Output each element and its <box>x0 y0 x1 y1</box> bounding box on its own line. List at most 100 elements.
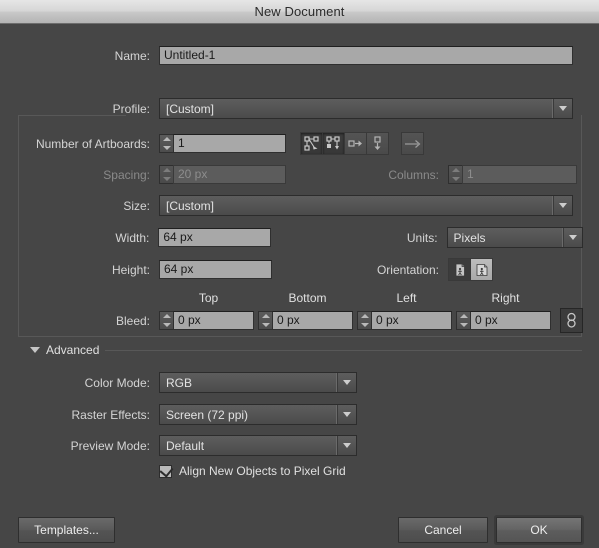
width-row: Width: 64 px Units: Pixels <box>0 227 583 248</box>
units-select[interactable]: Pixels <box>446 227 583 248</box>
artboards-stepper[interactable]: 1 <box>159 134 286 153</box>
advanced-title: Advanced <box>46 343 100 357</box>
raster-effects-label: Raster Effects: <box>71 407 150 422</box>
bleed-right-header: Right <box>491 291 520 305</box>
spinner-up-icon[interactable] <box>162 137 171 142</box>
color-mode-row: Color Mode: RGB <box>0 372 583 393</box>
width-input[interactable]: 64 px <box>158 228 271 247</box>
bleed-top-spinner[interactable] <box>159 311 173 330</box>
portrait-orientation-icon[interactable] <box>448 258 471 281</box>
link-bleed-values-icon[interactable] <box>560 308 583 333</box>
profile-value: [Custom] <box>166 101 215 116</box>
arrange-in-row-icon[interactable] <box>344 132 367 155</box>
bleed-right-input[interactable]: 0 px <box>470 311 551 330</box>
size-row: Size: [Custom] <box>0 195 583 216</box>
bleed-left-spinner[interactable] <box>357 311 371 330</box>
bleed-top-input[interactable]: 0 px <box>173 311 254 330</box>
bleed-bottom-spinner[interactable] <box>258 311 272 330</box>
profile-select[interactable]: [Custom] <box>159 98 573 119</box>
bleed-bottom-header: Bottom <box>288 291 327 305</box>
name-input[interactable]: Untitled-1 <box>159 46 573 65</box>
landscape-orientation-icon[interactable] <box>470 258 493 281</box>
templates-button[interactable]: Templates... <box>18 517 115 543</box>
spinner-down-icon[interactable] <box>459 322 468 327</box>
artboard-arrangement-buttons <box>300 132 389 155</box>
dialog-titlebar[interactable]: New Document <box>0 0 599 24</box>
advanced-divider <box>105 350 582 351</box>
grid-by-column-icon[interactable] <box>322 132 345 155</box>
spacing-row: Spacing: 20 px Columns: 1 <box>0 165 583 184</box>
preview-mode-label: Preview Mode: <box>70 438 150 453</box>
artboards-spinner[interactable] <box>159 134 173 153</box>
preview-mode-row: Preview Mode: Default <box>0 435 583 456</box>
cancel-button[interactable]: Cancel <box>398 517 488 543</box>
profile-row: Profile: [Custom] <box>0 98 583 119</box>
spinner-up-icon[interactable] <box>162 314 171 319</box>
units-value: Pixels <box>453 230 486 245</box>
units-label: Units: <box>406 230 438 245</box>
columns-spinner <box>448 165 462 184</box>
raster-effects-select[interactable]: Screen (72 ppi) <box>159 404 357 425</box>
bleed-top-header: Top <box>198 291 219 305</box>
spinner-down-icon[interactable] <box>360 322 369 327</box>
bleed-left-input[interactable]: 0 px <box>371 311 452 330</box>
artboard-flow-button-group <box>401 132 424 155</box>
size-select[interactable]: [Custom] <box>159 195 573 216</box>
color-mode-select[interactable]: RGB <box>159 372 357 393</box>
checkmark-icon <box>159 462 174 478</box>
size-label: Size: <box>123 198 150 213</box>
align-pixel-grid-checkbox[interactable] <box>159 462 174 478</box>
dialog-body: Name: Untitled-1 Profile: [Custom] Numbe… <box>0 24 599 548</box>
spinner-down-icon <box>451 176 460 181</box>
raster-effects-row: Raster Effects: Screen (72 ppi) <box>0 404 583 425</box>
width-label: Width: <box>115 230 150 245</box>
color-mode-label: Color Mode: <box>84 375 150 390</box>
spinner-down-icon <box>162 176 171 181</box>
name-row: Name: Untitled-1 <box>0 46 583 65</box>
bleed-header-row: Top Bottom Left Right <box>0 291 583 305</box>
artboards-input[interactable]: 1 <box>173 134 286 153</box>
bleed-right-spinner[interactable] <box>456 311 470 330</box>
chevron-down-icon <box>336 405 356 424</box>
raster-effects-value: Screen (72 ppi) <box>166 407 249 422</box>
bleed-right-stepper[interactable]: 0 px <box>456 311 551 330</box>
right-to-left-flow-icon[interactable] <box>401 132 424 155</box>
chevron-down-icon <box>336 373 356 392</box>
bleed-bottom-input[interactable]: 0 px <box>272 311 353 330</box>
artboards-row: Number of Artboards: 1 <box>0 132 583 155</box>
columns-stepper: 1 <box>448 165 577 184</box>
height-input[interactable]: 64 px <box>159 260 272 279</box>
align-pixel-grid-row[interactable]: Align New Objects to Pixel Grid <box>159 462 346 478</box>
preview-mode-select[interactable]: Default <box>159 435 357 456</box>
dialog-title: New Document <box>254 4 345 19</box>
spinner-up-icon[interactable] <box>261 314 270 319</box>
size-value: [Custom] <box>166 198 215 213</box>
chevron-down-icon <box>552 99 572 118</box>
grid-by-row-icon[interactable] <box>300 132 323 155</box>
ok-button[interactable]: OK <box>496 517 582 543</box>
spacing-label: Spacing: <box>103 167 150 182</box>
spinner-up-icon <box>451 168 460 173</box>
spinner-down-icon[interactable] <box>162 322 171 327</box>
bleed-left-header: Left <box>396 291 417 305</box>
bleed-left-stepper[interactable]: 0 px <box>357 311 452 330</box>
disclosure-triangle-icon[interactable] <box>30 347 40 353</box>
spinner-up-icon[interactable] <box>360 314 369 319</box>
advanced-disclosure[interactable]: Advanced <box>30 343 99 357</box>
spacing-stepper: 20 px <box>159 165 286 184</box>
chevron-down-icon <box>552 196 572 215</box>
spinner-up-icon <box>162 168 171 173</box>
spinner-down-icon[interactable] <box>162 145 171 150</box>
spinner-up-icon[interactable] <box>459 314 468 319</box>
columns-input: 1 <box>462 165 577 184</box>
bleed-top-stepper[interactable]: 0 px <box>159 311 254 330</box>
bleed-bottom-stepper[interactable]: 0 px <box>258 311 353 330</box>
arrange-in-column-icon[interactable] <box>366 132 389 155</box>
height-row: Height: 64 px Orientation: <box>0 258 583 281</box>
spinner-down-icon[interactable] <box>261 322 270 327</box>
preview-mode-value: Default <box>166 438 205 453</box>
spacing-input: 20 px <box>173 165 286 184</box>
spacing-spinner <box>159 165 173 184</box>
height-label: Height: <box>111 262 150 277</box>
orientation-label: Orientation: <box>376 262 439 277</box>
